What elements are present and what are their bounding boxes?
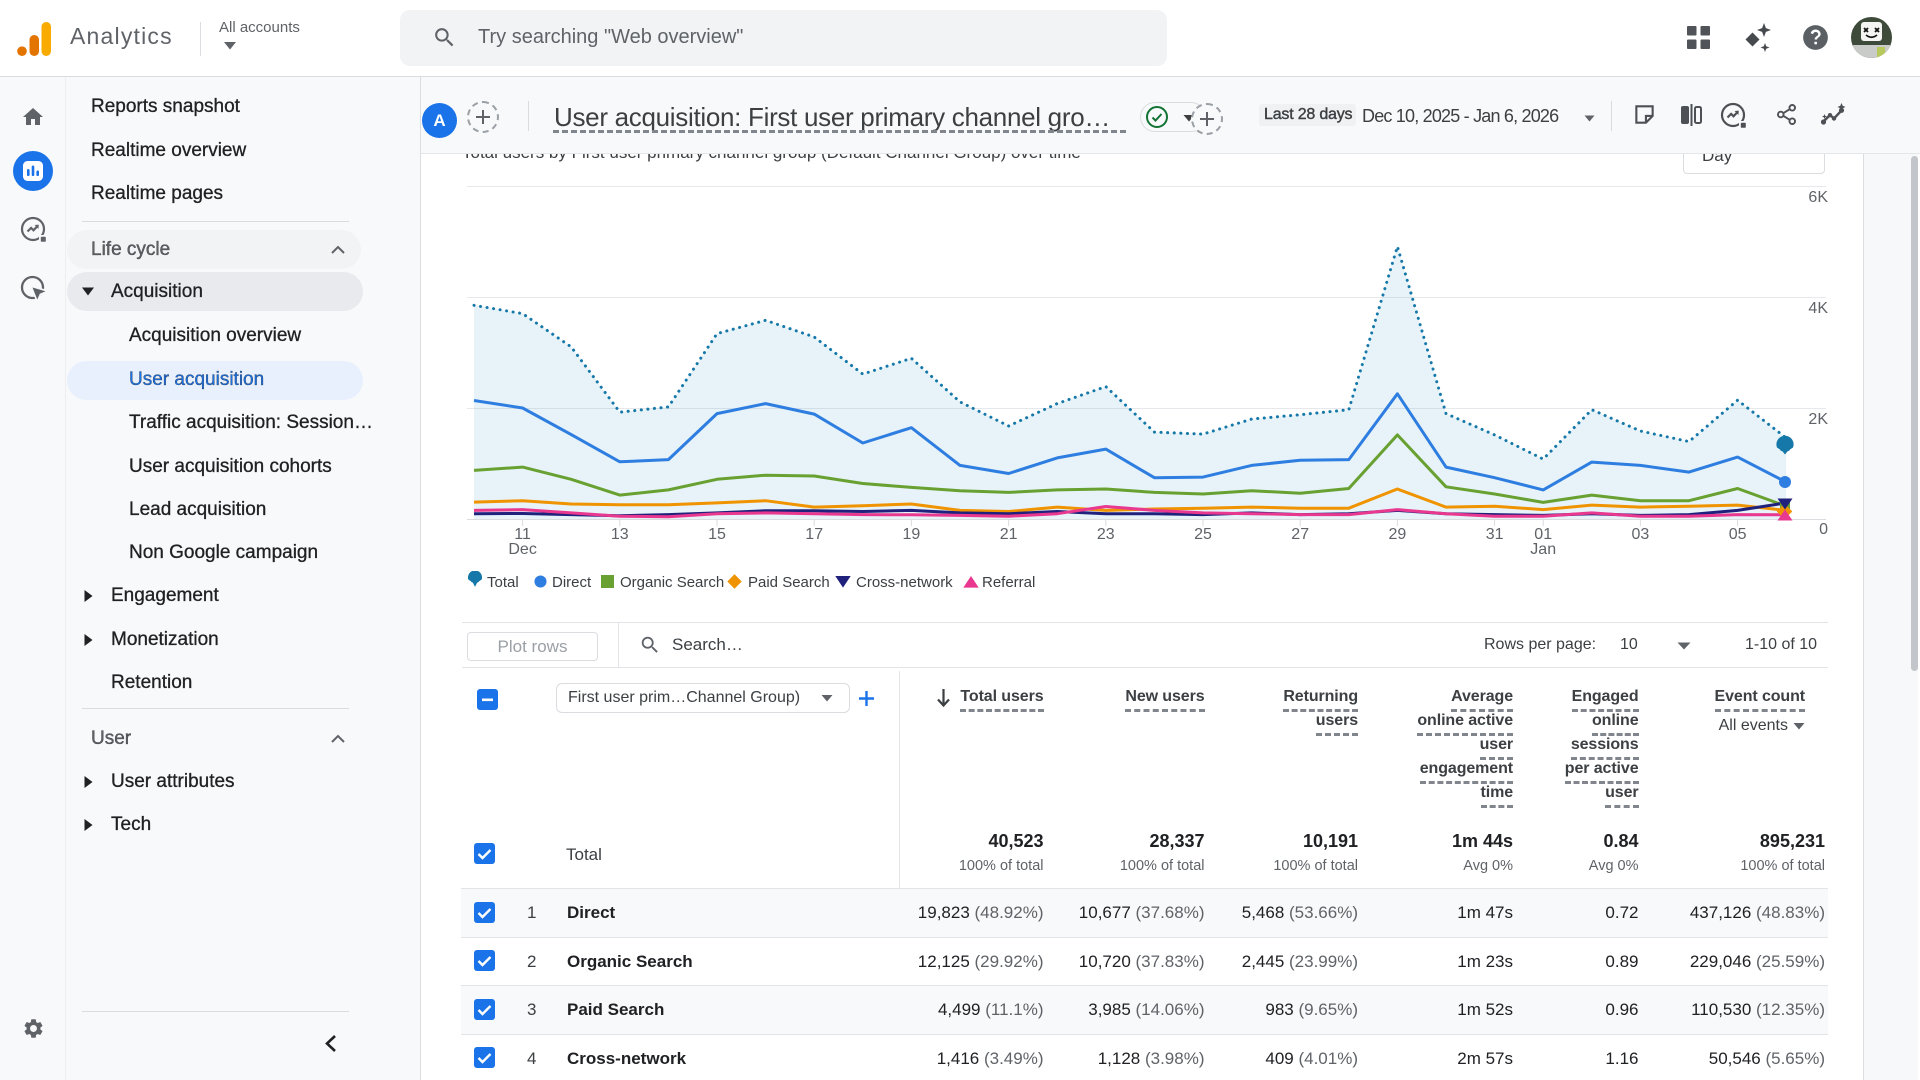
svg-text:13: 13 bbox=[611, 526, 629, 543]
svg-text:Jan: Jan bbox=[1530, 541, 1556, 558]
svg-text:31: 31 bbox=[1486, 526, 1504, 543]
svg-text:23: 23 bbox=[1097, 526, 1115, 543]
svg-text:Dec: Dec bbox=[508, 541, 536, 558]
svg-text:17: 17 bbox=[805, 526, 823, 543]
svg-text:6K: 6K bbox=[1808, 189, 1828, 206]
svg-text:03: 03 bbox=[1632, 526, 1650, 543]
svg-text:15: 15 bbox=[708, 526, 726, 543]
svg-text:4K: 4K bbox=[1808, 300, 1828, 317]
svg-text:0: 0 bbox=[1819, 521, 1828, 538]
svg-text:19: 19 bbox=[903, 526, 921, 543]
svg-text:05: 05 bbox=[1729, 526, 1747, 543]
svg-text:27: 27 bbox=[1291, 526, 1309, 543]
svg-text:21: 21 bbox=[1000, 526, 1018, 543]
svg-text:25: 25 bbox=[1194, 526, 1212, 543]
svg-text:29: 29 bbox=[1389, 526, 1407, 543]
svg-text:2K: 2K bbox=[1808, 411, 1828, 428]
